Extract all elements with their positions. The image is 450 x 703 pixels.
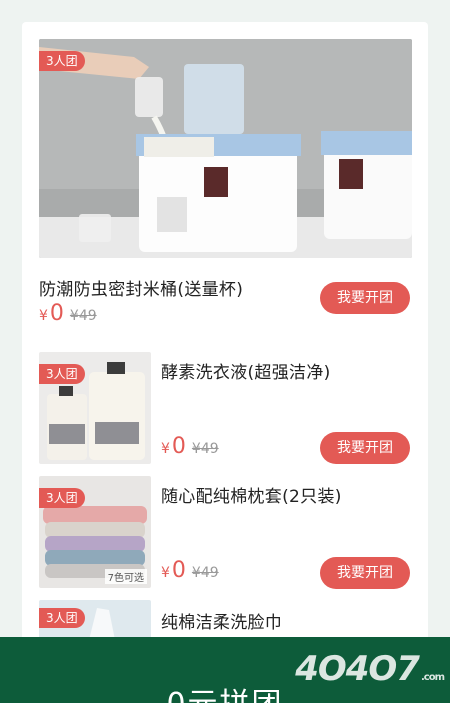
currency-symbol: ¥	[161, 565, 170, 581]
product-title[interactable]: 酵素洗衣液(超强洁净)	[161, 358, 331, 383]
currency-symbol: ¥	[161, 441, 170, 457]
group-price: 0	[171, 434, 186, 459]
start-group-button[interactable]: 我要开团	[320, 432, 410, 464]
price-group: ¥0 ¥49	[161, 558, 219, 583]
product-list-card: 3人团 防潮防虫密封米桶(送量杯) ¥0 ¥49 我要开团 3人团 酵素洗衣液(超…	[22, 22, 428, 703]
bottom-banner[interactable]: 0元拼团 4O4O7.com	[0, 637, 450, 703]
color-options-tag: 7色可选	[104, 569, 147, 584]
product-image[interactable]: 3人团	[39, 39, 412, 258]
start-group-button[interactable]: 我要开团	[320, 282, 410, 314]
price-group: ¥0 ¥49	[161, 434, 219, 459]
site-watermark: 4O4O7 .com	[295, 649, 445, 689]
group-price: 0	[171, 558, 186, 583]
product-image[interactable]: 3人团	[39, 352, 151, 464]
group-size-badge: 3人团	[39, 364, 85, 384]
group-price: 0	[49, 301, 64, 326]
group-size-badge: 3人团	[39, 608, 85, 628]
product-title[interactable]: 纯棉洁柔洗脸巾	[161, 608, 282, 633]
group-size-badge: 3人团	[39, 488, 85, 508]
price-group: ¥0 ¥49	[39, 301, 97, 326]
rice-bucket-photo	[39, 39, 412, 258]
product-title[interactable]: 防潮防虫密封米桶(送量杯)	[39, 275, 243, 300]
original-price: ¥49	[191, 565, 219, 581]
original-price: ¥49	[69, 308, 97, 324]
product-image[interactable]: 3人团	[39, 600, 151, 640]
product-title[interactable]: 随心配纯棉枕套(2只装)	[161, 482, 342, 507]
group-size-badge: 3人团	[39, 51, 85, 71]
product-image[interactable]: 3人团 7色可选	[39, 476, 151, 588]
start-group-button[interactable]: 我要开团	[320, 557, 410, 589]
original-price: ¥49	[191, 441, 219, 457]
currency-symbol: ¥	[39, 308, 48, 324]
